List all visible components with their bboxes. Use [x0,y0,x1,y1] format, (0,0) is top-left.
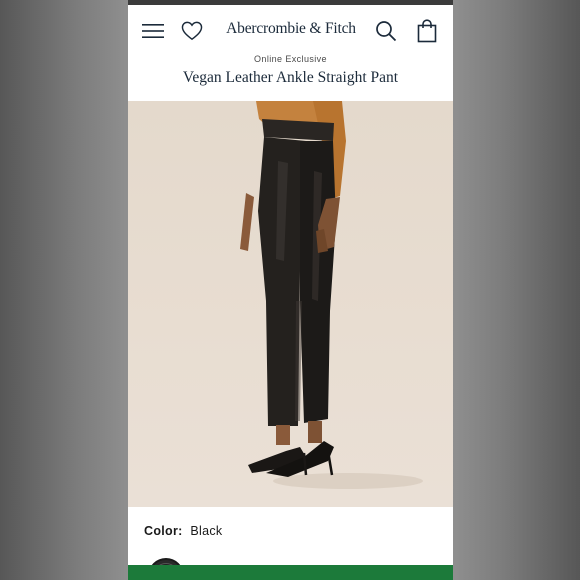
heart-icon [181,21,203,41]
promo-bar[interactable] [128,565,453,580]
site-header: Abercrombie & Fitch Online Exclusive Veg… [128,5,453,86]
search-button[interactable] [373,19,399,43]
menu-icon [142,24,164,38]
bag-button[interactable] [414,19,440,43]
background-blur-right [453,0,580,580]
product-image[interactable] [128,101,453,507]
background-blur-left [0,0,128,580]
menu-button[interactable] [140,19,166,43]
product-title: Vegan Leather Ankle Straight Pant [182,69,399,86]
wishlist-button[interactable] [179,19,205,43]
color-label: Color: [144,524,183,538]
phone-screen: Abercrombie & Fitch Online Exclusive Veg… [128,0,453,580]
brand-logo[interactable]: Abercrombie & Fitch [224,20,358,38]
online-exclusive-badge: Online Exclusive [254,54,327,64]
color-value: Black [190,524,223,538]
product-photo-illustration [240,101,423,489]
color-selector-label: Color: Black [144,524,222,538]
search-icon [376,21,397,42]
shopping-bag-icon [417,19,437,43]
